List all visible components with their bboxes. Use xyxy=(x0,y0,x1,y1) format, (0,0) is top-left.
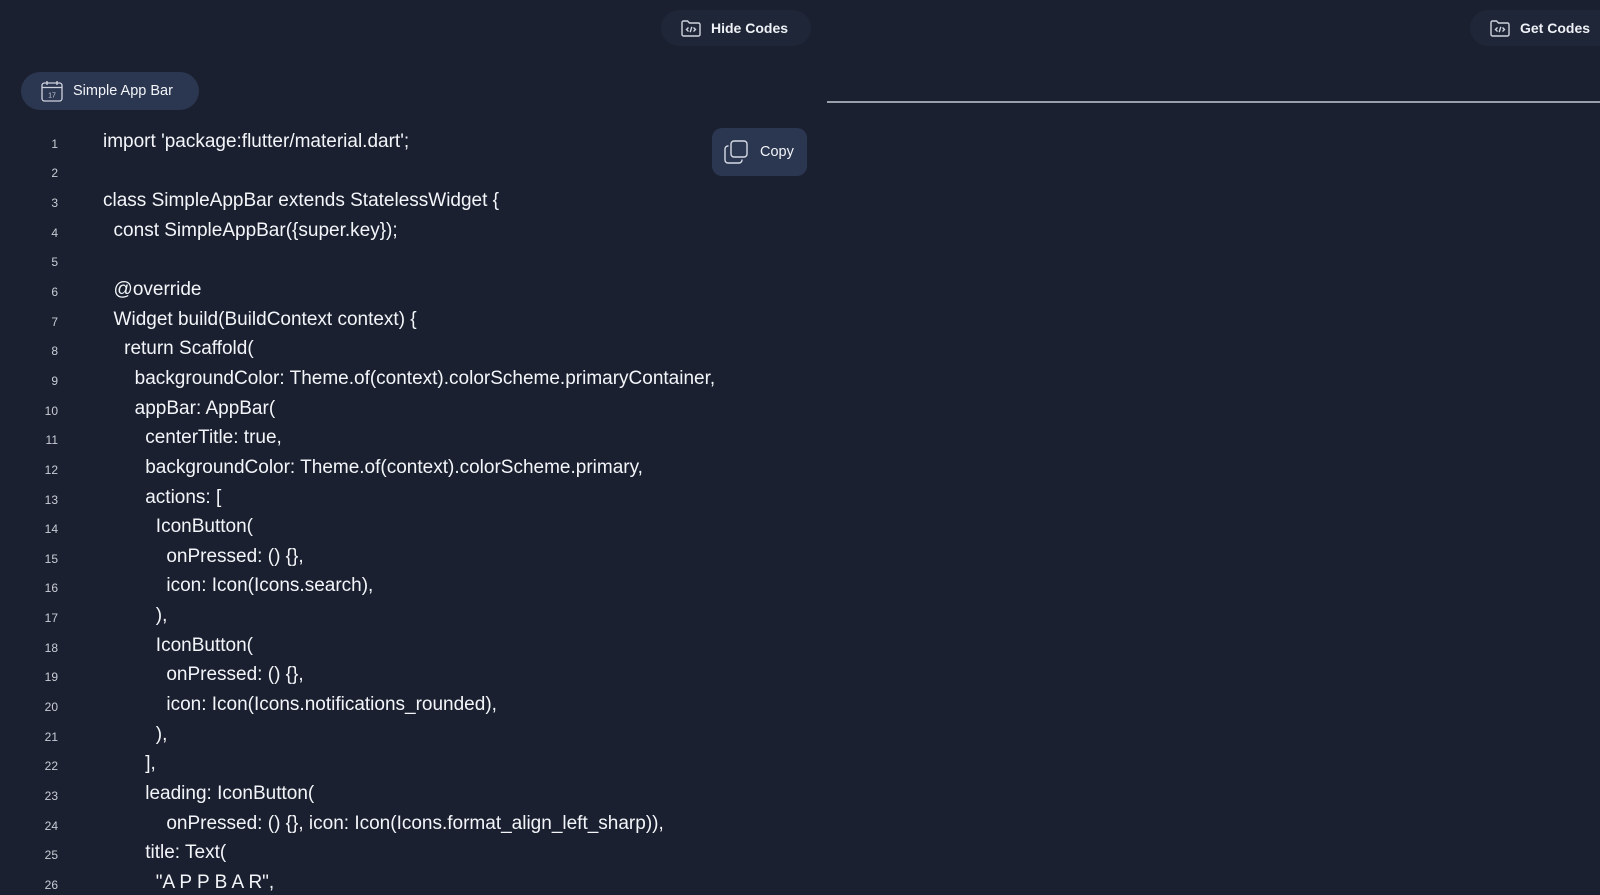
line-number: 11 xyxy=(45,433,58,448)
code-line: 9 backgroundColor: Theme.of(context).col… xyxy=(0,364,820,394)
copy-icon xyxy=(722,138,750,166)
line-number: 24 xyxy=(44,818,58,833)
line-number: 17 xyxy=(44,611,58,626)
code-line: 1 import 'package:flutter/material.dart'; xyxy=(0,127,820,157)
get-codes-button[interactable]: Get Codes xyxy=(1470,10,1600,46)
code-line: 8 return Scaffold( xyxy=(0,334,820,364)
code-text: icon: Icon(Icons.search), xyxy=(103,575,374,597)
code-line: 3 class SimpleAppBar extends StatelessWid… xyxy=(0,186,820,216)
line-number: 1 xyxy=(51,136,58,151)
line-number: 20 xyxy=(44,699,58,714)
line-number: 23 xyxy=(44,788,58,803)
code-line: 25 title: Text( xyxy=(0,838,820,868)
hide-codes-label: Hide Codes xyxy=(711,20,789,36)
line-number: 26 xyxy=(44,877,58,892)
line-number: 9 xyxy=(51,373,58,388)
code-line: 4 const SimpleAppBar({super.key}); xyxy=(0,216,820,246)
code-viewer-page: Hide Codes Get Codes 17 Simple App Bar 1… xyxy=(0,0,1600,895)
preview-divider xyxy=(827,101,1600,103)
code-text: ), xyxy=(103,723,168,745)
code-text: appBar: AppBar( xyxy=(103,397,276,419)
code-text: centerTitle: true, xyxy=(103,427,282,449)
code-line: 11 centerTitle: true, xyxy=(0,423,820,453)
line-number: 10 xyxy=(44,403,58,418)
code-text: leading: IconButton( xyxy=(103,782,315,804)
code-text: Widget build(BuildContext context) { xyxy=(103,308,417,330)
tab-simple-app-bar[interactable]: 17 Simple App Bar xyxy=(21,72,199,110)
code-line: 2 xyxy=(0,157,820,187)
code-line: 15 onPressed: () {}, xyxy=(0,542,820,572)
get-codes-label: Get Codes xyxy=(1520,20,1591,36)
line-number: 12 xyxy=(44,462,58,477)
code-text: class SimpleAppBar extends StatelessWidg… xyxy=(103,190,500,212)
code-line: 13 actions: [ xyxy=(0,483,820,513)
code-line: 24 onPressed: () {}, icon: Icon(Icons.fo… xyxy=(0,809,820,839)
code-line: 20 icon: Icon(Icons.notifications_rounde… xyxy=(0,690,820,720)
tab-label: Simple App Bar xyxy=(73,83,173,99)
line-number: 18 xyxy=(44,640,58,655)
code-text: ), xyxy=(103,605,168,627)
line-number: 2 xyxy=(51,166,58,181)
code-text: IconButton( xyxy=(103,634,253,656)
code-line: 26 "A P P B A R", xyxy=(0,868,820,895)
code-line: 14 IconButton( xyxy=(0,512,820,542)
line-number: 4 xyxy=(51,225,58,240)
line-number: 6 xyxy=(51,285,58,300)
code-text: icon: Icon(Icons.notifications_rounded), xyxy=(103,693,497,715)
line-number: 5 xyxy=(51,255,58,270)
code-line: 22 ], xyxy=(0,749,820,779)
line-number: 3 xyxy=(51,196,58,211)
code-folder-icon xyxy=(679,16,703,40)
code-text: return Scaffold( xyxy=(103,338,254,360)
hide-codes-button[interactable]: Hide Codes xyxy=(661,10,811,46)
code-text: onPressed: () {}, xyxy=(103,664,304,686)
code-line: 19 onPressed: () {}, xyxy=(0,661,820,691)
code-line: 12 backgroundColor: Theme.of(context).co… xyxy=(0,453,820,483)
code-line: 18 IconButton( xyxy=(0,631,820,661)
line-number: 22 xyxy=(44,759,58,774)
line-number: 8 xyxy=(51,344,58,359)
code-text: @override xyxy=(103,279,202,301)
code-line: 16 icon: Icon(Icons.search), xyxy=(0,572,820,602)
code-text: backgroundColor: Theme.of(context).color… xyxy=(103,456,643,478)
copy-button[interactable]: Copy xyxy=(712,128,807,176)
code-line: 6 @override xyxy=(0,275,820,305)
code-line: 7 Widget build(BuildContext context) { xyxy=(0,305,820,335)
code-text: backgroundColor: Theme.of(context).color… xyxy=(103,367,716,389)
copy-label: Copy xyxy=(760,144,794,160)
code-text: const SimpleAppBar({super.key}); xyxy=(103,219,398,241)
line-number: 14 xyxy=(44,522,58,537)
line-number: 15 xyxy=(44,551,58,566)
code-text: onPressed: () {}, xyxy=(103,545,304,567)
code-line: 10 appBar: AppBar( xyxy=(0,394,820,424)
calendar-icon: 17 xyxy=(39,78,65,104)
line-number: 25 xyxy=(44,848,58,863)
code-line: 23 leading: IconButton( xyxy=(0,779,820,809)
code-text: "A P P B A R", xyxy=(103,871,275,893)
code-text: actions: [ xyxy=(103,486,222,508)
code-text: ], xyxy=(103,753,156,775)
line-number: 19 xyxy=(44,670,58,685)
code-block: 1 import 'package:flutter/material.dart';… xyxy=(0,127,820,895)
code-text: onPressed: () {}, icon: Icon(Icons.forma… xyxy=(103,812,664,834)
code-line: 5 xyxy=(0,246,820,276)
code-line: 17 ), xyxy=(0,601,820,631)
code-text: title: Text( xyxy=(103,842,227,864)
code-line: 21 ), xyxy=(0,720,820,750)
line-number: 16 xyxy=(44,581,58,596)
line-number: 13 xyxy=(44,492,58,507)
svg-text:17: 17 xyxy=(48,93,56,100)
code-folder-icon xyxy=(1488,16,1512,40)
code-text: import 'package:flutter/material.dart'; xyxy=(103,130,410,152)
code-text: IconButton( xyxy=(103,516,253,538)
line-number: 21 xyxy=(44,729,58,744)
line-number: 7 xyxy=(51,314,58,329)
